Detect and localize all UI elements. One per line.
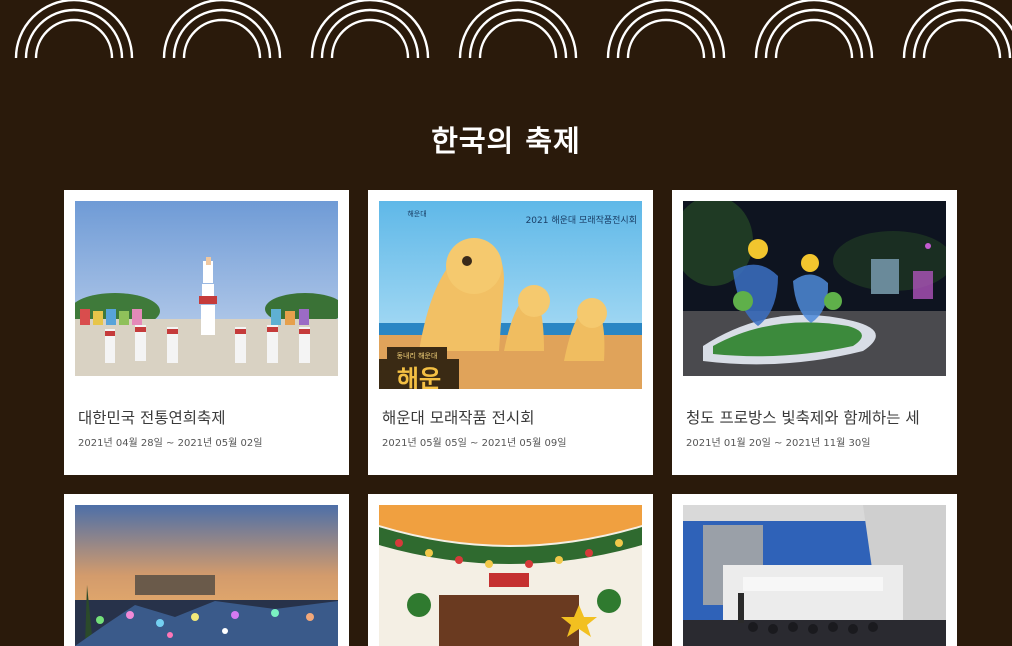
- festival-card[interactable]: [64, 494, 349, 646]
- festival-date: 2021년 04월 28일 ~ 2021년 05월 02일: [78, 438, 263, 449]
- festival-date: 2021년 05월 05일 ~ 2021년 05월 09일: [382, 438, 567, 449]
- wave-arc: [616, 8, 716, 58]
- page-title: 한국의 축제: [431, 124, 581, 158]
- wave-arc: [34, 18, 114, 58]
- wave-arc: [774, 18, 854, 58]
- wave-arc: [310, 0, 430, 58]
- festival-name[interactable]: 대한민국 전통연희축제: [78, 406, 340, 428]
- wave-arc: [606, 0, 726, 58]
- wave-arc: [478, 18, 558, 58]
- wave-arc: [182, 18, 262, 58]
- festival-image-christmas-decor[interactable]: [379, 505, 642, 646]
- wave-arc: [458, 0, 578, 58]
- wave-arc: [902, 0, 1012, 58]
- festival-image-light-festival[interactable]: [683, 201, 946, 376]
- festival-card[interactable]: 청도 프로방스 빛축제와 함께하는 세 2021년 01월 20일 ~ 2021…: [672, 190, 957, 475]
- wave-arc: [330, 18, 410, 58]
- sand-logo-text: 해운대: [407, 209, 426, 218]
- festival-card[interactable]: 동내리 해운대 해운 2021 해운대 모래작품전시회 해운대 해운대 모래작품…: [368, 190, 653, 475]
- wave-arc: [764, 8, 864, 58]
- wave-arc: [172, 8, 272, 58]
- wave-arc: [922, 18, 1002, 58]
- header-wave-pattern: [14, 0, 1012, 58]
- festival-card[interactable]: [368, 494, 653, 646]
- wave-arc: [320, 8, 420, 58]
- sand-letters-text: 해운: [397, 365, 441, 389]
- festival-card[interactable]: [672, 494, 957, 646]
- sand-sign-text: 동내리 해운대: [397, 351, 438, 360]
- festival-image-sand-sculpture[interactable]: 동내리 해운대 해운 2021 해운대 모래작품전시회 해운대: [379, 201, 642, 389]
- festival-image-traditional-performance[interactable]: [75, 201, 338, 376]
- wave-arc: [24, 8, 124, 58]
- festival-card[interactable]: 대한민국 전통연희축제 2021년 04월 28일 ~ 2021년 05월 02…: [64, 190, 349, 475]
- festival-image-outdoor-stage[interactable]: [683, 505, 946, 646]
- wave-arc: [626, 18, 706, 58]
- wave-arc: [912, 8, 1012, 58]
- wave-arc: [14, 0, 134, 58]
- festival-name[interactable]: 청도 프로방스 빛축제와 함께하는 세: [686, 406, 948, 428]
- sand-banner-text: 2021 해운대 모래작품전시회: [526, 215, 637, 226]
- wave-arc: [468, 8, 568, 58]
- wave-arc: [754, 0, 874, 58]
- wave-arc: [162, 0, 282, 58]
- festival-name[interactable]: 해운대 모래작품 전시회: [382, 406, 644, 428]
- festival-image-evening-lights[interactable]: [75, 505, 338, 646]
- festival-date: 2021년 01월 20일 ~ 2021년 11월 30일: [686, 438, 871, 449]
